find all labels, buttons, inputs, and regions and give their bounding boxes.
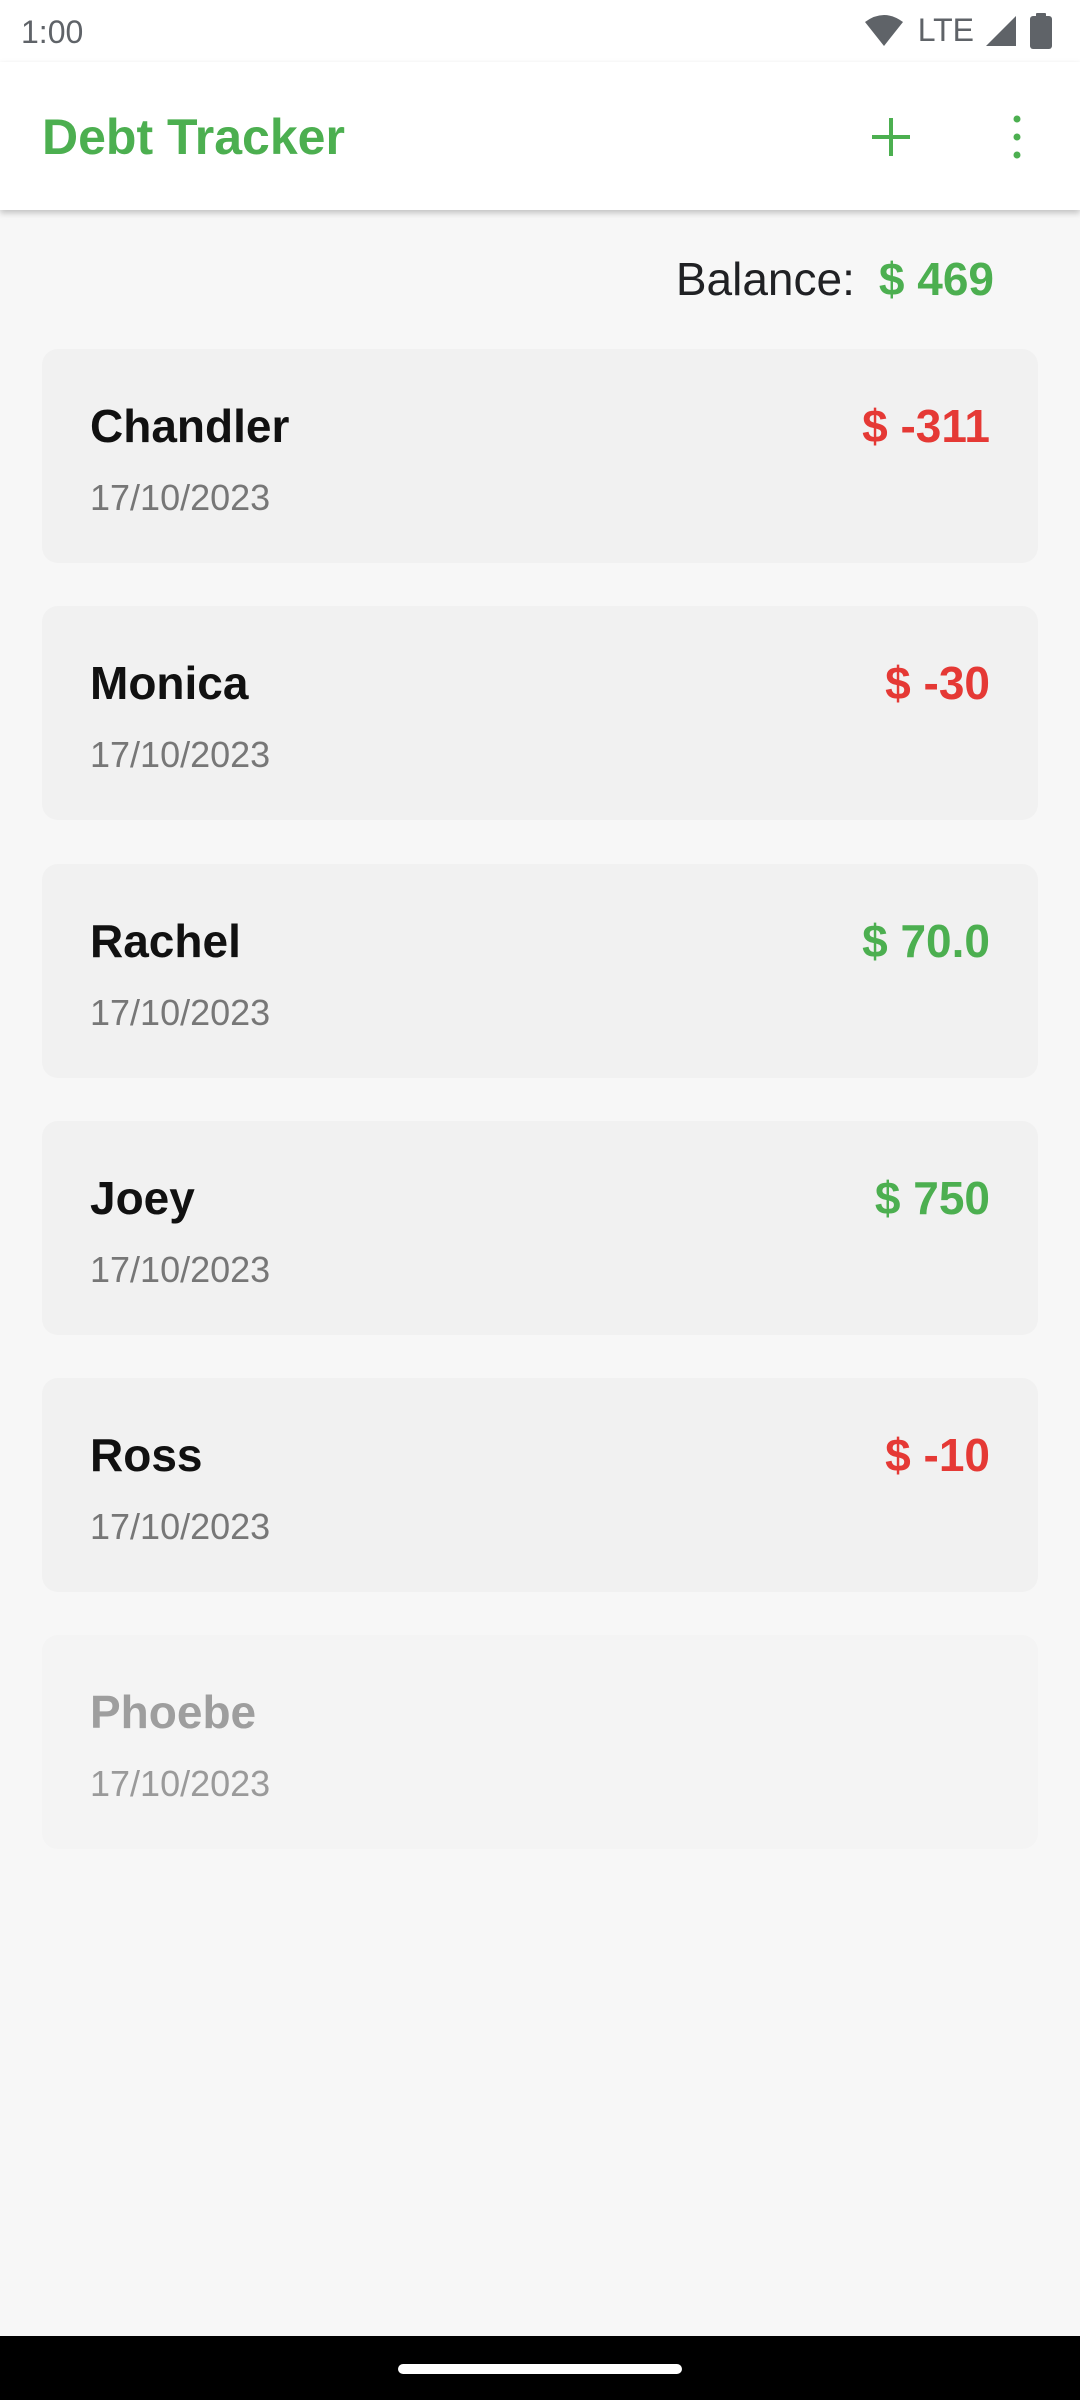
- status-time: 1:00: [21, 14, 84, 50]
- status-bar: 1:00 LTE: [0, 0, 1080, 62]
- debtor-name: Joey: [90, 1172, 195, 1224]
- debt-date: 17/10/2023: [90, 1249, 271, 1290]
- balance-label: Balance:: [675, 253, 855, 305]
- navigation-bar: [0, 2336, 1080, 2400]
- wifi-icon: [864, 14, 904, 48]
- debt-card-monica[interactable]: Monica 17/10/2023 $ -30: [42, 606, 1038, 820]
- add-debt-button[interactable]: [856, 104, 926, 174]
- debt-date: 17/10/2023: [90, 1506, 271, 1547]
- debt-amount: $ 70.0: [862, 915, 990, 967]
- balance-summary: Balance: $ 469: [676, 252, 994, 306]
- app-title: Debt Tracker: [42, 109, 345, 165]
- debt-amount: $ -10: [885, 1429, 990, 1481]
- debt-date: 17/10/2023: [90, 734, 271, 775]
- balance-value: $ 469: [878, 253, 994, 305]
- add-icon: [871, 117, 911, 162]
- debt-card-ross[interactable]: Ross 17/10/2023 $ -10: [42, 1378, 1038, 1592]
- debtor-name: Monica: [90, 657, 249, 709]
- debt-amount: $ -30: [885, 657, 990, 709]
- debtor-name: Chandler: [90, 400, 290, 452]
- status-icons: LTE: [864, 12, 1052, 49]
- debtor-name: Phoebe: [90, 1686, 257, 1738]
- debt-card-phoebe[interactable]: Phoebe 17/10/2023: [42, 1635, 1038, 1849]
- debtor-name: Rachel: [90, 915, 241, 967]
- home-gesture-handle[interactable]: [398, 2364, 682, 2374]
- debt-amount: $ 750: [874, 1172, 990, 1224]
- debt-card-rachel[interactable]: Rachel 17/10/2023 $ 70.0: [42, 864, 1038, 1078]
- debt-amount: $ -311: [862, 400, 990, 452]
- network-type-label: LTE: [917, 12, 974, 48]
- debt-card-joey[interactable]: Joey 17/10/2023 $ 750: [42, 1121, 1038, 1335]
- debtor-name: Ross: [90, 1429, 203, 1481]
- debt-date: 17/10/2023: [90, 477, 271, 518]
- battery-icon: [1030, 12, 1052, 49]
- debt-date: 17/10/2023: [90, 992, 271, 1033]
- debt-card-chandler[interactable]: Chandler 17/10/2023 $ -311: [42, 349, 1038, 563]
- app-bar: Debt Tracker: [0, 62, 1080, 210]
- cell-signal-icon: [984, 14, 1018, 48]
- overflow-menu-button[interactable]: [982, 104, 1052, 174]
- more-vert-icon: [1011, 114, 1023, 165]
- debt-date: 17/10/2023: [90, 1763, 271, 1804]
